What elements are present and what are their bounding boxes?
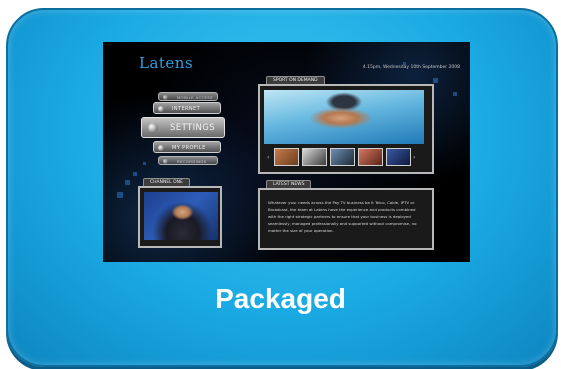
tv-screenshot: Latens 4.15pm, Wednesday 10th September … [103,42,470,262]
datetime-readout: 4.15pm, Wednesday 10th September 2008 [362,65,460,70]
video-thumbnail[interactable] [330,148,355,166]
decor-square [433,78,438,83]
decor-square [125,180,130,185]
menu-item-recordings[interactable]: RECORDINGS [158,156,218,165]
menu-item-mobile-access[interactable]: MOBILE ACCESS [158,92,218,101]
menu-item-label: MOBILE ACCESS [177,95,213,100]
menu-item-label: SETTINGS [170,123,216,133]
latens-logo: Latens [139,54,194,72]
menu-item-internet[interactable]: INTERNET [153,102,221,114]
chevron-right-icon[interactable]: › [413,154,415,161]
decor-square [117,192,123,198]
video-thumbnail[interactable] [386,148,411,166]
menu-bullet-icon [163,159,168,164]
video-thumbnail[interactable] [274,148,299,166]
menu-item-label: RECORDINGS [177,159,207,164]
menu-item-settings[interactable]: SETTINGS [141,117,225,138]
channel-preview-video[interactable] [144,192,218,240]
menu-item-label: INTERNET [172,106,201,112]
news-body-text: Whatever your needs across the Pay TV bu… [268,200,417,233]
latest-news-panel[interactable]: Whatever your needs across the Pay TV bu… [258,188,434,250]
video-thumbnail[interactable] [358,148,383,166]
sport-on-demand-panel[interactable]: ‹ › [258,84,434,174]
chevron-left-icon[interactable]: ‹ [267,154,269,161]
decor-square [133,172,137,176]
channel-one-panel[interactable] [138,186,222,248]
video-thumbnail[interactable] [302,148,327,166]
menu-bullet-icon [158,145,164,151]
settings-gear-icon [148,123,158,133]
card-title: Packaged [215,283,346,314]
menu-item-my-profile[interactable]: MY PROFILE [153,141,221,153]
menu-item-label: MY PROFILE [172,145,206,151]
menu-bullet-icon [158,106,164,112]
menu-bullet-icon [163,95,168,100]
featured-video-thumbnail[interactable] [264,90,424,144]
decor-square [453,92,457,96]
decor-square [143,162,146,165]
